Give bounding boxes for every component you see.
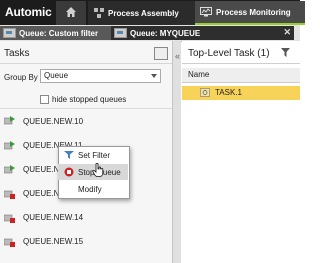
- queue-icon: [3, 28, 16, 38]
- tab-process-assembly[interactable]: Process Assembly: [88, 1, 196, 25]
- group-by-select[interactable]: Queue: [40, 69, 161, 83]
- group-by-label: Group By: [4, 73, 38, 82]
- process-assembly-icon: [94, 8, 104, 18]
- queue-name: QUEUE.NEW.15: [23, 237, 84, 246]
- collapse-left-icon[interactable]: «: [175, 51, 180, 61]
- chevron-down-icon: [151, 74, 157, 78]
- hide-stopped-checkbox[interactable]: [40, 95, 49, 104]
- close-icon[interactable]: ✕: [283, 27, 291, 38]
- queue-running-icon: [4, 141, 15, 150]
- queue-stopped-icon: [4, 190, 15, 199]
- queue-name: QUEUE.NEW.10: [23, 117, 84, 126]
- column-header-name[interactable]: Name: [182, 68, 300, 83]
- panel-layout-icon[interactable]: [154, 47, 168, 60]
- queue-icon: [114, 28, 127, 38]
- panel-splitter[interactable]: [173, 41, 181, 263]
- divider: [0, 63, 172, 64]
- task-name: TASK.1: [215, 88, 242, 97]
- list-item[interactable]: QUEUE.NEW.15: [0, 234, 172, 258]
- tab-queue-myqueue[interactable]: Queue: MYQUEUE ✕: [111, 26, 294, 40]
- home-icon: [66, 7, 76, 17]
- menu-item-label: Set Filter: [78, 151, 111, 160]
- home-button[interactable]: [56, 1, 86, 25]
- column-header-name-label: Name: [188, 70, 210, 79]
- divider: [182, 63, 300, 64]
- tab-process-assembly-label: Process Assembly: [108, 8, 179, 18]
- menu-item-modify[interactable]: Modify: [58, 181, 128, 197]
- top-level-task-title: Top-Level Task (1): [188, 48, 270, 59]
- tab-process-monitoring-label: Process Monitoring: [216, 7, 291, 17]
- hide-stopped-label: hide stopped queues: [52, 95, 127, 104]
- tab-queue-custom-filter[interactable]: Queue: Custom filter: [0, 26, 111, 40]
- brand-logo: Automic: [5, 5, 52, 19]
- group-by-value: Queue: [44, 71, 69, 80]
- queue-stopped-icon: [4, 238, 15, 247]
- menu-item-set-filter[interactable]: Set Filter: [58, 147, 128, 163]
- tab-process-monitoring[interactable]: Process Monitoring: [195, 1, 305, 25]
- task-icon: [200, 88, 210, 97]
- filter-icon[interactable]: [281, 48, 290, 57]
- process-monitoring-icon: [200, 7, 212, 17]
- queue-stopped-icon: [4, 214, 15, 223]
- queue-name: QUEUE.NEW.14: [23, 213, 84, 222]
- tab-queue-myqueue-label: Queue: MYQUEUE: [130, 28, 201, 38]
- filter-icon: [64, 151, 74, 159]
- hand-cursor-icon: [92, 163, 104, 177]
- list-item[interactable]: QUEUE.NEW.14: [0, 210, 172, 234]
- queue-running-icon: [4, 165, 15, 174]
- divider: [0, 108, 172, 109]
- queue-running-icon: [4, 116, 15, 125]
- list-item[interactable]: QUEUE.NEW.10: [0, 114, 172, 138]
- menu-item-label: Modify: [78, 185, 102, 194]
- tab-queue-custom-filter-label: Queue: Custom filter: [19, 28, 99, 38]
- stop-icon: [64, 167, 74, 177]
- tasks-title: Tasks: [4, 48, 30, 59]
